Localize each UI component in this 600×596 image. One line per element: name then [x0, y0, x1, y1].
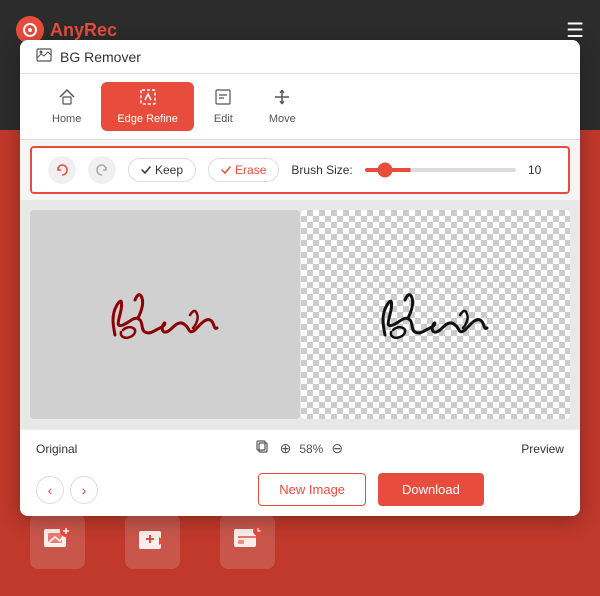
- footer-icon-1: [30, 514, 85, 569]
- footer-icon-3: [220, 514, 275, 569]
- brush-size-label: Brush Size:: [291, 163, 352, 177]
- erase-label: Erase: [235, 163, 266, 177]
- tool-nav: Home Edge Refine Edit: [36, 82, 312, 131]
- action-buttons: New Image Download: [258, 473, 484, 506]
- prev-button[interactable]: ‹: [36, 476, 64, 504]
- tool-navbar: Home Edge Refine Edit: [20, 74, 580, 140]
- edge-refine-label: Edge Refine: [117, 113, 178, 125]
- edit-icon: [214, 88, 232, 111]
- download-button[interactable]: Download: [378, 473, 484, 506]
- footer-icon-2: [125, 514, 180, 569]
- erase-button[interactable]: Erase: [208, 158, 279, 182]
- tool-move[interactable]: Move: [253, 82, 312, 131]
- modal-header: BG Remover: [20, 40, 580, 74]
- keep-label: Keep: [155, 163, 183, 177]
- action-bar: ‹ › New Image Download: [20, 467, 580, 516]
- keep-button[interactable]: Keep: [128, 158, 196, 182]
- move-icon: [273, 88, 291, 111]
- home-icon: [58, 88, 76, 111]
- zoom-out-button[interactable]: ⊖: [329, 438, 345, 459]
- tool-home[interactable]: Home: [36, 82, 97, 131]
- preview-signature: [355, 270, 515, 360]
- prev-icon: ‹: [48, 482, 53, 498]
- preview-label: Preview: [521, 442, 564, 456]
- canvas-area: [20, 200, 580, 429]
- original-panel: [30, 210, 300, 419]
- modal-header-icon: [36, 48, 52, 65]
- home-label: Home: [52, 113, 81, 125]
- next-button[interactable]: ›: [70, 476, 98, 504]
- edge-refine-icon: [139, 88, 157, 111]
- zoom-controls: ⊕ 58% ⊖: [254, 438, 346, 459]
- brush-size-value: 10: [528, 163, 552, 177]
- original-label: Original: [36, 442, 77, 456]
- bottom-info-bar: Original ⊕ 58% ⊖ Preview: [20, 429, 580, 467]
- tool-edge-refine[interactable]: Edge Refine: [101, 82, 194, 131]
- tool-edit[interactable]: Edit: [198, 82, 249, 131]
- logo-text: AnyRec: [50, 20, 117, 41]
- hamburger-button[interactable]: ☰: [566, 18, 584, 43]
- modal-title: BG Remover: [60, 49, 141, 65]
- edit-label: Edit: [214, 113, 233, 125]
- redo-button[interactable]: [88, 156, 116, 184]
- main-modal: BG Remover Home: [20, 40, 580, 516]
- undo-button[interactable]: [48, 156, 76, 184]
- move-label: Move: [269, 113, 296, 125]
- new-image-button[interactable]: New Image: [258, 473, 366, 506]
- brush-size-slider[interactable]: [365, 168, 516, 172]
- controls-bar: Keep Erase Brush Size: 10: [30, 146, 570, 194]
- preview-panel: [301, 210, 571, 419]
- copy-button[interactable]: [254, 438, 272, 459]
- zoom-in-button[interactable]: ⊕: [278, 438, 294, 459]
- next-icon: ›: [82, 482, 87, 498]
- zoom-value: 58%: [299, 442, 323, 456]
- original-signature: [85, 270, 245, 360]
